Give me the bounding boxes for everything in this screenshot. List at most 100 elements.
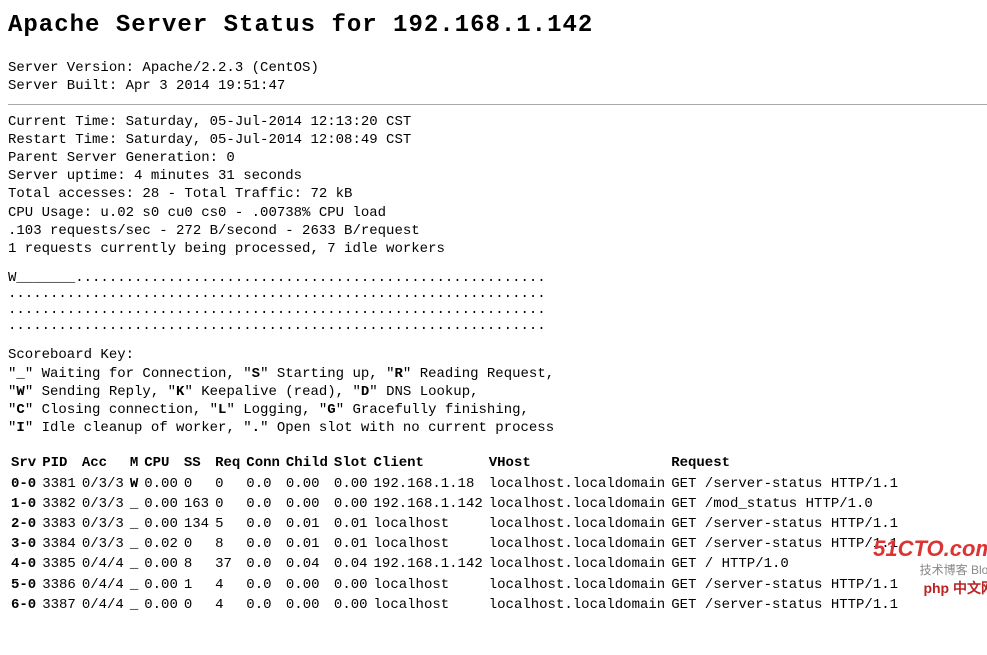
key-line-4: "I" Idle cleanup of worker, "." Open slo… <box>8 419 987 437</box>
col-srv: Srv <box>8 453 39 473</box>
table-cell: localhost <box>371 514 486 534</box>
table-cell: 3384 <box>39 534 79 554</box>
table-cell: _ <box>127 494 141 514</box>
parent-generation: Parent Server Generation: 0 <box>8 149 987 167</box>
table-cell: 0.0 <box>243 494 283 514</box>
table-cell: 4 <box>212 575 243 595</box>
table-cell: 0.00 <box>283 474 331 494</box>
table-cell: 6-0 <box>8 595 39 615</box>
server-uptime: Server uptime: 4 minutes 31 seconds <box>8 167 987 185</box>
col-pid: PID <box>39 453 79 473</box>
table-cell: localhost.localdomain <box>486 534 668 554</box>
scoreboard-key: Scoreboard Key: "_" Waiting for Connecti… <box>8 346 987 437</box>
table-cell: GET /server-status HTTP/1.1 <box>668 595 901 615</box>
table-cell: 0.00 <box>331 575 371 595</box>
table-cell: 134 <box>181 514 212 534</box>
current-time: Current Time: Saturday, 05-Jul-2014 12:1… <box>8 113 987 131</box>
table-cell: GET /server-status HTTP/1.1 <box>668 474 901 494</box>
table-cell: 8 <box>181 554 212 574</box>
table-cell: 3385 <box>39 554 79 574</box>
table-cell: localhost <box>371 534 486 554</box>
table-cell: 0.01 <box>331 514 371 534</box>
request-rate: .103 requests/sec - 272 B/second - 2633 … <box>8 222 987 240</box>
col-slot: Slot <box>331 453 371 473</box>
table-cell: 0/3/3 <box>79 494 127 514</box>
table-cell: 0/4/4 <box>79 554 127 574</box>
col-conn: Conn <box>243 453 283 473</box>
table-cell: 0.0 <box>243 575 283 595</box>
table-cell: localhost.localdomain <box>486 554 668 574</box>
table-cell: 163 <box>181 494 212 514</box>
table-cell: 192.168.1.142 <box>371 554 486 574</box>
table-cell: 0.04 <box>331 554 371 574</box>
table-cell: localhost <box>371 575 486 595</box>
table-cell: W <box>127 474 141 494</box>
table-cell: 0.00 <box>141 575 181 595</box>
table-cell: 0.04 <box>283 554 331 574</box>
table-cell: localhost.localdomain <box>486 595 668 615</box>
table-cell: 4-0 <box>8 554 39 574</box>
table-cell: 2-0 <box>8 514 39 534</box>
col-acc: Acc <box>79 453 127 473</box>
table-cell: _ <box>127 534 141 554</box>
table-cell: 0/4/4 <box>79 575 127 595</box>
table-cell: _ <box>127 575 141 595</box>
table-cell: 0.00 <box>141 494 181 514</box>
table-cell: 0.0 <box>243 534 283 554</box>
table-header-row: Srv PID Acc M CPU SS Req Conn Child Slot… <box>8 453 901 473</box>
table-row: 3-033840/3/3_0.02080.00.010.01localhostl… <box>8 534 901 554</box>
table-cell: 0.0 <box>243 514 283 534</box>
table-cell: 0-0 <box>8 474 39 494</box>
table-cell: 1 <box>181 575 212 595</box>
table-cell: localhost <box>371 595 486 615</box>
col-client: Client <box>371 453 486 473</box>
page-title: Apache Server Status for 192.168.1.142 <box>8 10 987 41</box>
table-cell: _ <box>127 554 141 574</box>
table-cell: 0.00 <box>331 474 371 494</box>
col-child: Child <box>283 453 331 473</box>
table-cell: _ <box>127 514 141 534</box>
key-line-3: "C" Closing connection, "L" Logging, "G"… <box>8 401 987 419</box>
table-cell: localhost.localdomain <box>486 575 668 595</box>
table-cell: 0.01 <box>283 534 331 554</box>
table-cell: 0/3/3 <box>79 474 127 494</box>
table-cell: 0.00 <box>141 595 181 615</box>
table-cell: 0/4/4 <box>79 595 127 615</box>
table-cell: 3387 <box>39 595 79 615</box>
table-cell: GET /mod_status HTTP/1.0 <box>668 494 901 514</box>
table-cell: 0.00 <box>283 494 331 514</box>
divider-1 <box>8 104 987 105</box>
col-request: Request <box>668 453 901 473</box>
col-cpu: CPU <box>141 453 181 473</box>
table-cell: 3-0 <box>8 534 39 554</box>
table-row: 0-033810/3/3W0.00000.00.000.00192.168.1.… <box>8 474 901 494</box>
status-info: Current Time: Saturday, 05-Jul-2014 12:1… <box>8 113 987 259</box>
table-cell: 5-0 <box>8 575 39 595</box>
cpu-usage: CPU Usage: u.02 s0 cu0 cs0 - .00738% CPU… <box>8 204 987 222</box>
server-built: Server Built: Apr 3 2014 19:51:47 <box>8 77 987 95</box>
table-cell: _ <box>127 595 141 615</box>
key-line-2: "W" Sending Reply, "K" Keepalive (read),… <box>8 383 987 401</box>
table-cell: GET /server-status HTTP/1.1 <box>668 575 901 595</box>
table-cell: localhost.localdomain <box>486 494 668 514</box>
table-cell: 0.00 <box>331 494 371 514</box>
key-line-1: "_" Waiting for Connection, "S" Starting… <box>8 365 987 383</box>
table-cell: 0/3/3 <box>79 514 127 534</box>
table-cell: 0.0 <box>243 595 283 615</box>
table-cell: 4 <box>212 595 243 615</box>
key-title: Scoreboard Key: <box>8 346 987 364</box>
table-cell: 0.0 <box>243 474 283 494</box>
table-row: 5-033860/4/4_0.00140.00.000.00localhostl… <box>8 575 901 595</box>
col-m: M <box>127 453 141 473</box>
table-cell: 0.01 <box>331 534 371 554</box>
table-cell: 0.02 <box>141 534 181 554</box>
col-ss: SS <box>181 453 212 473</box>
table-cell: 0.00 <box>141 514 181 534</box>
table-cell: 0 <box>181 474 212 494</box>
table-cell: 37 <box>212 554 243 574</box>
table-cell: 3386 <box>39 575 79 595</box>
table-cell: 0.0 <box>243 554 283 574</box>
table-cell: localhost.localdomain <box>486 474 668 494</box>
table-row: 1-033820/3/3_0.0016300.00.000.00192.168.… <box>8 494 901 514</box>
table-cell: 192.168.1.142 <box>371 494 486 514</box>
